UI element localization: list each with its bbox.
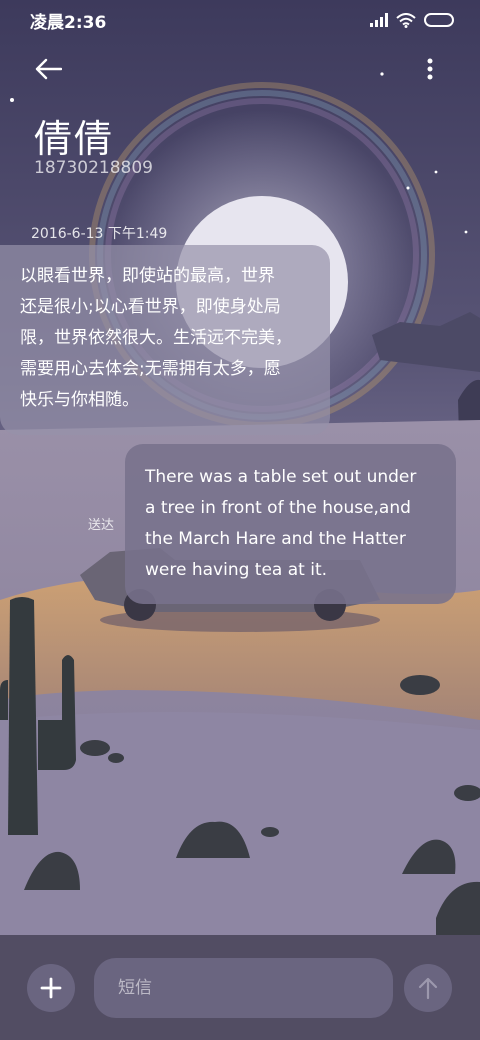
signal-icon [370,13,388,27]
more-vertical-icon [427,58,433,80]
message-line: 限，世界依然很大。生活远不完美， [20,328,292,348]
contact-name: 倩倩 [34,117,115,161]
incoming-message-bubble[interactable]: 以眼看世界，即使站的最高，世界 还是很小;以心看世界，即使身处局 限，世界依然很… [0,245,330,435]
message-line: 以眼看世界，即使站的最高，世界 [20,266,275,286]
arrow-up-icon [418,977,438,1000]
message-input[interactable] [94,958,393,1018]
status-icons [370,12,454,28]
outgoing-message-bubble[interactable]: There was a table set out under a tree i… [125,444,456,604]
arrow-left-icon [35,58,62,80]
wifi-icon [396,12,416,28]
add-attachment-button[interactable] [27,964,75,1012]
contact-phone: 18730218809 [34,158,153,178]
delivery-status: 送达 [88,518,115,533]
message-line: were having tea at it. [145,560,328,580]
status-time: 凌晨2:36 [30,12,107,33]
message-line: 快乐与你相随。 [20,390,139,410]
message-line: 还是很小;以心看世界，即使身处局 [20,297,281,317]
back-button[interactable] [28,52,68,86]
send-button[interactable] [404,964,452,1012]
plus-icon [40,977,62,999]
message-line: 需要用心去体会;无需拥有太多，愿 [20,359,281,379]
message-line: the March Hare and the Hatter [145,529,406,549]
message-line: There was a table set out under [145,467,417,487]
more-options-button[interactable] [414,52,446,86]
status-bar: 凌晨2:36 [0,0,480,40]
battery-icon [424,13,454,27]
message-timestamp: 2016-6-13 下午1:49 [31,226,168,242]
message-line: a tree in front of the house,and [145,498,411,518]
